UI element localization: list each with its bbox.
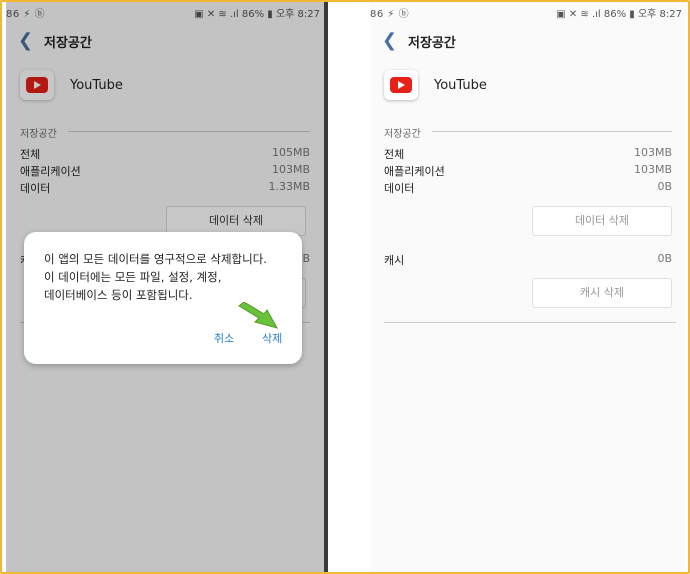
screenshot-frame: 86 ⚡ ⓑ ▣ ✕ ≋ .ıl 86% ▮ 오후 8:27 ❮ 저장공간 Yo…	[0, 0, 690, 574]
status-right: ▣ ✕ ≋ .ıl 86% ▮ 오후 8:27	[556, 9, 682, 20]
storage-row-total: 전체 103MB	[384, 146, 672, 162]
app-name: YouTube	[434, 78, 487, 93]
dialog-line-3: 데이터베이스 등이 포함됩니다.	[44, 288, 193, 302]
youtube-logo-icon	[390, 77, 412, 93]
status-left: 86 ⚡ ⓑ	[370, 9, 410, 20]
row-value: 103MB	[633, 163, 672, 176]
cache-row: 캐시 0B	[384, 252, 672, 268]
section-divider	[432, 131, 672, 132]
row-value: 0B	[657, 180, 672, 193]
row-value: 103MB	[633, 146, 672, 159]
dialog-line-1: 이 앱의 모든 데이터를 영구적으로 삭제합니다.	[44, 252, 267, 266]
dialog-message: 이 앱의 모든 데이터를 영구적으로 삭제합니다. 이 데이터에는 모든 파일,…	[44, 250, 267, 304]
app-bar: ❮ 저장공간	[370, 28, 686, 54]
section-header-storage: 저장공간	[384, 129, 421, 140]
row-label: 데이터	[384, 182, 415, 195]
pointer-arrow-icon	[238, 302, 279, 329]
page-title: 저장공간	[408, 36, 456, 51]
panel-divider	[324, 2, 328, 572]
left-screen: 86 ⚡ ⓑ ▣ ✕ ≋ .ıl 86% ▮ 오후 8:27 ❮ 저장공간 Yo…	[6, 2, 324, 572]
back-arrow-icon[interactable]: ❮	[382, 30, 397, 51]
row-label: 전체	[384, 148, 405, 161]
confirm-dialog: 이 앱의 모든 데이터를 영구적으로 삭제합니다. 이 데이터에는 모든 파일,…	[24, 232, 302, 364]
status-bar: 86 ⚡ ⓑ ▣ ✕ ≋ .ıl 86% ▮ 오후 8:27	[370, 2, 686, 22]
delete-button[interactable]: 삭제	[262, 330, 282, 346]
divider	[384, 322, 676, 323]
storage-row-application: 애플리케이션 103MB	[384, 163, 672, 179]
youtube-app-icon	[384, 70, 418, 100]
clear-cache-button[interactable]: 캐시 삭제	[532, 278, 672, 308]
dialog-line-2: 이 데이터에는 모든 파일, 설정, 계정,	[44, 270, 222, 284]
row-value: 0B	[657, 252, 672, 265]
row-label: 애플리케이션	[384, 165, 445, 178]
right-screen: 86 ⚡ ⓑ ▣ ✕ ≋ .ıl 86% ▮ 오후 8:27 ❮ 저장공간 Yo…	[370, 2, 686, 572]
row-label: 캐시	[384, 254, 405, 267]
storage-row-data: 데이터 0B	[384, 180, 672, 196]
cancel-button[interactable]: 취소	[214, 330, 234, 346]
clear-data-button[interactable]: 데이터 삭제	[532, 206, 672, 236]
